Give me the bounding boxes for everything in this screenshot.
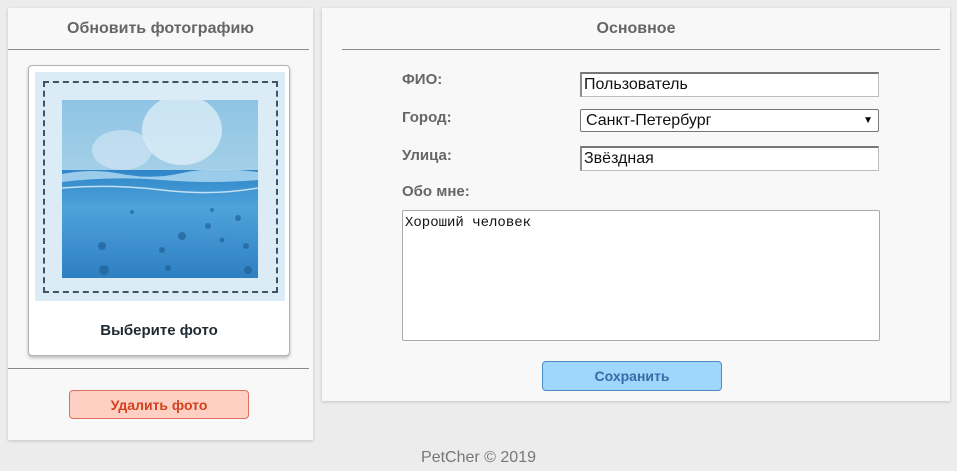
name-field[interactable]: Пользователь bbox=[580, 72, 879, 97]
save-button[interactable]: Сохранить bbox=[542, 361, 722, 391]
photo-drop-zone[interactable] bbox=[35, 72, 285, 301]
city-label: Город: bbox=[402, 109, 452, 126]
divider bbox=[342, 49, 940, 50]
photo-upload-card[interactable]: Выберите фото bbox=[28, 65, 290, 356]
about-label: Обо мне: bbox=[402, 183, 470, 200]
main-panel-title: Основное bbox=[596, 20, 676, 37]
chevron-down-icon: ▼ bbox=[863, 115, 873, 126]
delete-photo-button[interactable]: Удалить фото bbox=[69, 390, 249, 419]
street-label: Улица: bbox=[402, 147, 452, 164]
profile-photo-image bbox=[62, 100, 258, 278]
divider bbox=[8, 368, 309, 369]
city-select[interactable]: Санкт-Петербург ▼ bbox=[580, 109, 879, 132]
choose-photo-label[interactable]: Выберите фото bbox=[29, 322, 289, 339]
footer-copyright: PetCher © 2019 bbox=[421, 449, 536, 466]
divider bbox=[8, 49, 309, 50]
main-info-panel: Основное ФИО: Пользователь Город: Санкт-… bbox=[322, 8, 950, 401]
about-textarea[interactable]: Хороший человек bbox=[402, 210, 880, 341]
name-label: ФИО: bbox=[402, 71, 443, 88]
photo-panel-title: Обновить фотографию bbox=[67, 20, 254, 37]
city-select-value: Санкт-Петербург bbox=[586, 111, 712, 129]
street-field[interactable]: Звёздная bbox=[580, 146, 879, 171]
photo-panel: Обновить фотографию Выберите фото Удалит… bbox=[8, 8, 313, 440]
